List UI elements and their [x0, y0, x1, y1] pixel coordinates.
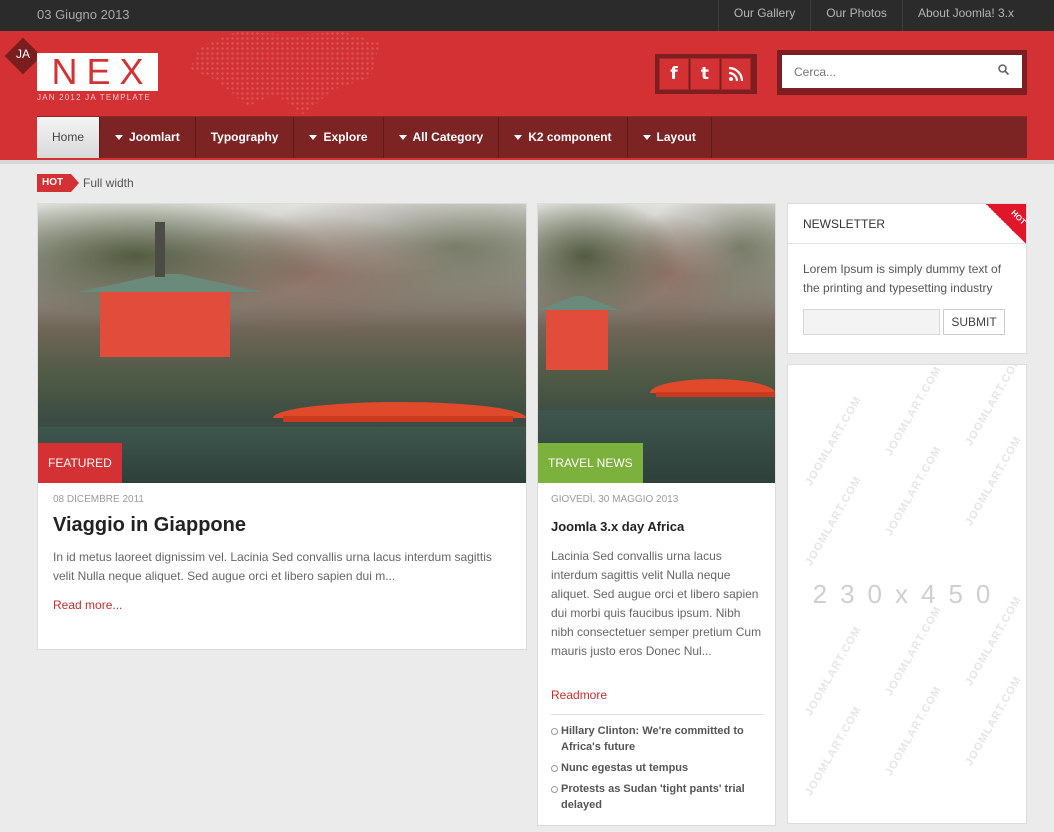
nav-item-k2-component[interactable]: K2 component [499, 117, 628, 158]
twitter-button[interactable]: t [690, 58, 720, 90]
article-excerpt: In id metus laoreet dignissim vel. Lacin… [53, 550, 492, 583]
search-icon[interactable] [997, 63, 1011, 77]
related-articles: Hillary Clinton: We're committed to Afri… [551, 723, 764, 818]
watermark-text: JOOMLART.COM [963, 674, 1025, 768]
top-link-about-joomla[interactable]: About Joomla! 3.x [901, 0, 1029, 31]
newsletter-description: Lorem Ipsum is simply dummy text of the … [803, 262, 1002, 295]
article-title[interactable]: Viaggio in Giappone [53, 514, 246, 537]
search-input[interactable] [782, 55, 1022, 88]
related-article-item[interactable]: Nunc egestas ut tempus [551, 760, 764, 776]
photo-bridge-rail [283, 416, 513, 422]
site-logo[interactable]: NEX [37, 53, 158, 91]
chevron-down-icon [309, 135, 318, 140]
category-ribbon-featured[interactable]: FEATURED [38, 443, 122, 483]
social-links: f t [655, 54, 757, 94]
category-ribbon-travel[interactable]: TRAVEL NEWS [538, 443, 643, 483]
top-link-our-gallery[interactable]: Our Gallery [717, 0, 810, 31]
article-excerpt: Lacinia Sed convallis urna lacus interdu… [551, 549, 762, 658]
photo-bridge-rail [656, 392, 775, 397]
watermark-text: JOOMLART.COM [803, 624, 865, 718]
site-header: JA NEX JAN 2012 JA TEMPLATE f t Home Joo… [0, 31, 1054, 160]
article-title[interactable]: Joomla 3.x day Africa [551, 519, 684, 534]
watermark-text: JOOMLART.COM [803, 474, 865, 568]
photo-bridge [650, 379, 775, 393]
photo-pagoda-spire [155, 222, 165, 277]
article-date: GIOVEDÌ, 30 MAGGIO 2013 [551, 494, 679, 505]
related-divider [551, 714, 764, 715]
current-date: 03 Giugno 2013 [37, 7, 130, 22]
top-link-our-photos[interactable]: Our Photos [810, 0, 902, 31]
watermark-text: JOOMLART.COM [883, 364, 945, 458]
nav-item-typography[interactable]: Typography [196, 117, 295, 158]
nav-label: Joomlart [129, 130, 180, 144]
logo-subtitle: JAN 2012 JA TEMPLATE [37, 93, 151, 102]
nav-item-layout[interactable]: Layout [628, 117, 712, 158]
world-map-decoration [190, 31, 380, 115]
related-article-item[interactable]: Protests as Sudan 'tight pants' trial de… [551, 781, 764, 813]
article-image-featured[interactable] [38, 204, 526, 483]
nav-item-home[interactable]: Home [37, 117, 101, 158]
related-article-item[interactable]: Hillary Clinton: We're committed to Afri… [551, 723, 764, 755]
chevron-down-icon [398, 135, 407, 140]
watermark-text: JOOMLART.COM [883, 604, 945, 698]
rss-button[interactable] [721, 58, 751, 90]
nav-label: All Category [412, 130, 484, 144]
facebook-icon: f [670, 64, 678, 84]
twitter-icon: t [700, 64, 710, 84]
rss-icon [728, 66, 744, 82]
hot-news-text[interactable]: Full width [83, 176, 134, 190]
photo-pagoda-body [546, 310, 608, 370]
top-links: Our Gallery Our Photos About Joomla! 3.x [717, 0, 1029, 31]
newsletter-email-input[interactable] [803, 309, 940, 335]
header-divider [0, 160, 1054, 164]
logo-name: NEX [51, 51, 153, 92]
newsletter-submit-button[interactable]: SUBMIT [943, 309, 1005, 335]
chevron-down-icon [642, 135, 651, 140]
nav-label: Home [52, 130, 85, 144]
ad-dimensions: 230x450 [812, 579, 1004, 609]
nav-label: Explore [323, 130, 368, 144]
watermark-text: JOOMLART.COM [803, 704, 865, 798]
search-box [777, 50, 1027, 95]
nav-item-all-category[interactable]: All Category [384, 117, 500, 158]
photo-pagoda-body [100, 292, 230, 357]
watermark-text: JOOMLART.COM [963, 434, 1025, 528]
nav-label: K2 component [528, 130, 612, 144]
chevron-down-icon [115, 135, 124, 140]
nav-item-explore[interactable]: Explore [294, 117, 384, 158]
chevron-down-icon [514, 135, 523, 140]
article-image-travel[interactable] [538, 204, 775, 483]
nav-item-joomlart[interactable]: Joomlart [100, 117, 196, 158]
watermark-text: JOOMLART.COM [803, 394, 865, 488]
watermark-text: JOOMLART.COM [883, 684, 945, 778]
nav-label: Typography [210, 130, 279, 144]
hot-tag: HOT [37, 174, 80, 192]
newsletter-module: NEWSLETTER HOT Lorem Ipsum is simply dum… [787, 203, 1027, 354]
facebook-button[interactable]: f [659, 58, 689, 90]
ad-banner-placeholder[interactable]: JOOMLART.COM JOOMLART.COM JOOMLART.COM J… [787, 364, 1027, 824]
article-date: 08 DICEMBRE 2011 [53, 494, 144, 505]
nav-label: Layout [656, 130, 696, 144]
read-more-link[interactable]: Readmore [551, 688, 607, 702]
ja-badge-text: JA [15, 47, 30, 61]
main-nav: Home Joomlart Typography Explore All Cat… [37, 116, 1027, 158]
watermark-text: JOOMLART.COM [883, 444, 945, 538]
top-bar: 03 Giugno 2013 Our Gallery Our Photos Ab… [0, 0, 1054, 31]
read-more-link[interactable]: Read more... [53, 598, 122, 612]
